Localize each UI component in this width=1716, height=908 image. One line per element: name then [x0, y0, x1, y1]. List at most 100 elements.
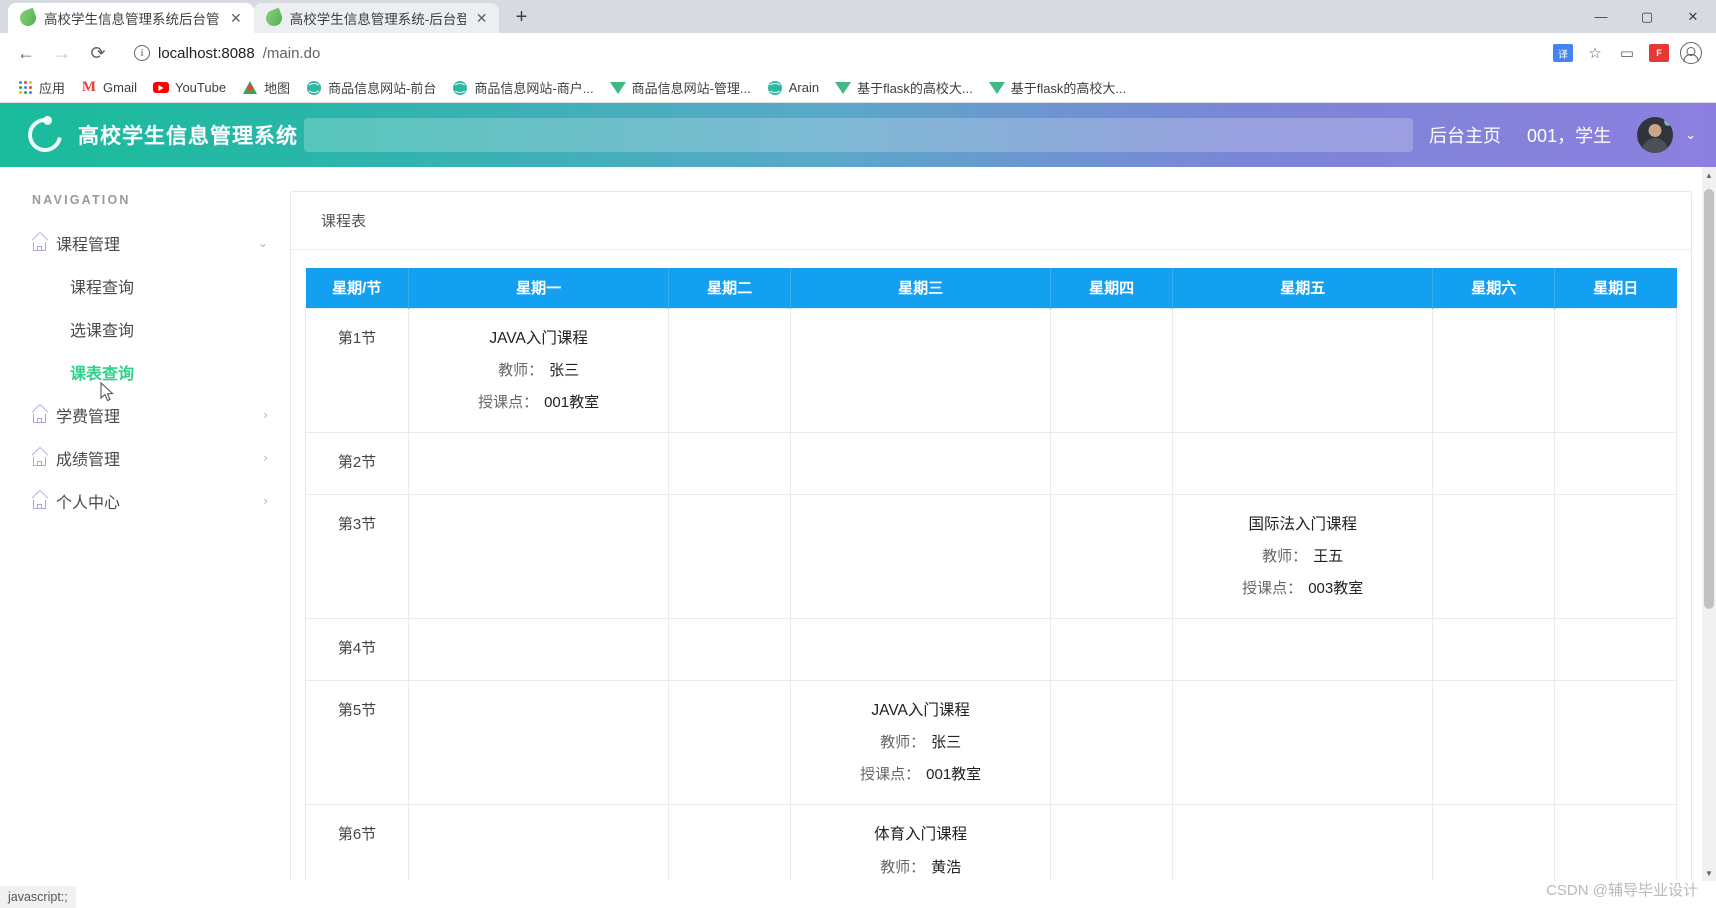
bookmark-star-icon[interactable]: ☆	[1580, 38, 1610, 68]
schedule-cell	[407, 493, 670, 620]
maximize-button[interactable]: ▢	[1624, 0, 1670, 33]
bookmark-flask-1[interactable]: 基于flask的高校大...	[828, 75, 980, 100]
url-path: /main.do	[262, 44, 321, 62]
vue-icon	[988, 80, 1005, 96]
col-header-thursday: 星期四	[1050, 268, 1174, 308]
course-room: 授课点： 001教室	[860, 765, 982, 783]
schedule-cell	[1050, 679, 1174, 806]
home-icon	[30, 489, 56, 509]
sidebar-subitem-course-query[interactable]: 课程查询	[0, 264, 290, 307]
avatar[interactable]	[1637, 117, 1674, 153]
sidebar-subitem-elective-query[interactable]: 选课查询	[0, 307, 290, 350]
chevron-right-icon: ›	[263, 450, 268, 465]
sidebar-item-tuition-management[interactable]: 学费管理 ›	[0, 393, 290, 436]
scrollbar-thumb[interactable]	[1704, 189, 1714, 609]
chevron-down-icon[interactable]: ⌄	[1685, 127, 1696, 143]
home-icon	[30, 446, 56, 466]
schedule-table-head: 星期/节 星期一 星期二 星期三 星期四 星期五 星期六 星期日	[305, 268, 1677, 308]
browser-tab-1[interactable]: 高校学生信息管理系统后台管理 ✕	[8, 3, 254, 33]
sidebar-item-personal-center[interactable]: 个人中心 ›	[0, 479, 290, 522]
schedule-cell: 体育入门课程 教师： 黄浩	[790, 804, 1052, 881]
bookmark-maps[interactable]: 地图	[235, 75, 297, 100]
sidebar-item-grade-management[interactable]: 成绩管理 ›	[0, 436, 290, 479]
schedule-panel: 课程表 星期/节 星期一 星期二 星期三 星期四 星期五 星期六 星期日 第1节…	[290, 191, 1692, 881]
section-cell: 第4节	[305, 618, 409, 681]
sidebar-item-course-management[interactable]: 课程管理 ⌄	[0, 221, 290, 264]
browser-tab-2[interactable]: 高校学生信息管理系统-后台登录 ✕	[253, 3, 500, 33]
reload-icon[interactable]: ⟳	[82, 37, 114, 69]
section-cell: 第6节	[305, 804, 409, 881]
new-tab-button[interactable]: +	[507, 3, 535, 31]
panel-body: 星期/节 星期一 星期二 星期三 星期四 星期五 星期六 星期日 第1节 JAVA…	[291, 250, 1691, 881]
schedule-cell	[1432, 432, 1556, 495]
bookmark-label: 基于flask的高校大...	[857, 81, 973, 96]
bookmark-label: Arain	[788, 80, 820, 95]
course-name: 国际法入门课程	[1248, 515, 1357, 533]
home-link[interactable]: 后台主页	[1429, 122, 1501, 148]
sidebar-subitem-schedule-query[interactable]: 课表查询	[0, 350, 290, 393]
schedule-cell: JAVA入门课程 教师： 张三 授课点： 001教室	[407, 307, 670, 434]
bookmark-shop-admin[interactable]: 商品信息网站-管理...	[603, 75, 758, 100]
apps-grid-icon	[17, 80, 33, 96]
nav-section-title: NAVIGATION	[32, 193, 131, 207]
chevron-right-icon: ›	[263, 407, 268, 422]
status-bar: javascript:;	[0, 886, 76, 908]
translate-icon[interactable]: 译	[1548, 38, 1578, 68]
table-row: 第1节 JAVA入门课程 教师： 张三 授课点： 001教室	[305, 307, 1677, 434]
tab-strip: 高校学生信息管理系统后台管理 ✕ 高校学生信息管理系统-后台登录 ✕ + — ▢…	[0, 0, 1716, 33]
bookmarks-bar: 应用 M Gmail YouTube 地图 商品信息网站-前台 商品信息网站-商…	[0, 73, 1716, 103]
main-content: 课程表 星期/节 星期一 星期二 星期三 星期四 星期五 星期六 星期日 第1节…	[290, 167, 1716, 881]
table-row: 第4节	[305, 618, 1677, 681]
bookmark-youtube[interactable]: YouTube	[146, 77, 233, 99]
schedule-cell	[1554, 618, 1677, 681]
app-title: 高校学生信息管理系统	[78, 125, 298, 148]
schedule-cell	[790, 432, 1052, 495]
youtube-icon	[152, 80, 169, 96]
app-header: 高校学生信息管理系统 后台主页 001，学生 ⌄	[0, 103, 1716, 167]
cast-icon[interactable]: ▭	[1612, 38, 1642, 68]
forward-icon[interactable]: →	[46, 37, 78, 69]
scroll-up-arrow-icon[interactable]: ▲	[1702, 167, 1716, 183]
page-scrollbar[interactable]: ▲ ▼	[1702, 167, 1716, 881]
bookmark-label: Gmail	[103, 80, 137, 95]
bookmark-gmail[interactable]: M Gmail	[74, 77, 144, 99]
bookmark-arain[interactable]: Arain	[760, 77, 826, 99]
bookmark-label: 地图	[264, 81, 291, 96]
tab-close-icon[interactable]: ✕	[474, 11, 490, 25]
schedule-cell	[1554, 804, 1677, 881]
bookmark-label: 基于flask的高校大...	[1010, 81, 1127, 96]
col-header-section: 星期/节	[305, 268, 409, 308]
window-close-button[interactable]: ✕	[1670, 0, 1716, 33]
schedule-cell	[668, 307, 792, 434]
bookmark-shop-merchant[interactable]: 商品信息网站-商户...	[445, 75, 600, 100]
schedule-cell	[1172, 618, 1434, 681]
schedule-cell	[668, 432, 792, 495]
course-teacher: 教师： 黄浩	[880, 858, 962, 876]
schedule-cell	[1050, 307, 1174, 434]
sidebar-item-label: 课程管理	[56, 236, 121, 254]
schedule-cell: JAVA入门课程 教师： 张三 授课点： 001教室	[790, 679, 1052, 806]
bookmark-flask-2[interactable]: 基于flask的高校大...	[982, 75, 1134, 100]
online-status-dot	[1664, 118, 1673, 126]
sidebar-item-label: 个人中心	[56, 494, 121, 512]
bookmark-shop-front[interactable]: 商品信息网站-前台	[299, 75, 443, 100]
header-decorative-strip	[304, 118, 1414, 152]
back-icon[interactable]: ←	[10, 37, 42, 69]
profile-icon[interactable]	[1676, 38, 1706, 68]
schedule-cell	[407, 618, 670, 681]
extension-icon[interactable]: F	[1644, 38, 1674, 68]
schedule-cell	[407, 432, 670, 495]
table-row: 第5节 JAVA入门课程 教师： 张三 授课点： 001教室	[305, 679, 1677, 806]
table-header-row: 星期/节 星期一 星期二 星期三 星期四 星期五 星期六 星期日	[305, 268, 1677, 308]
app-body: NAVIGATION 课程管理 ⌄ 课程查询 选课查询 课表查询 学费管理 ›	[0, 167, 1716, 881]
bookmark-apps[interactable]: 应用	[10, 75, 72, 100]
address-bar[interactable]: i localhost:8088/main.do	[124, 38, 1538, 68]
scroll-down-arrow-icon[interactable]: ▼	[1702, 865, 1716, 881]
minimize-button[interactable]: —	[1578, 0, 1624, 33]
schedule-cell	[1432, 618, 1556, 681]
home-icon	[30, 231, 56, 251]
tab-close-icon[interactable]: ✕	[228, 11, 244, 25]
bookmark-label: 商品信息网站-前台	[328, 81, 437, 96]
course-teacher: 教师： 张三	[880, 734, 962, 752]
site-info-icon[interactable]: i	[134, 45, 150, 61]
